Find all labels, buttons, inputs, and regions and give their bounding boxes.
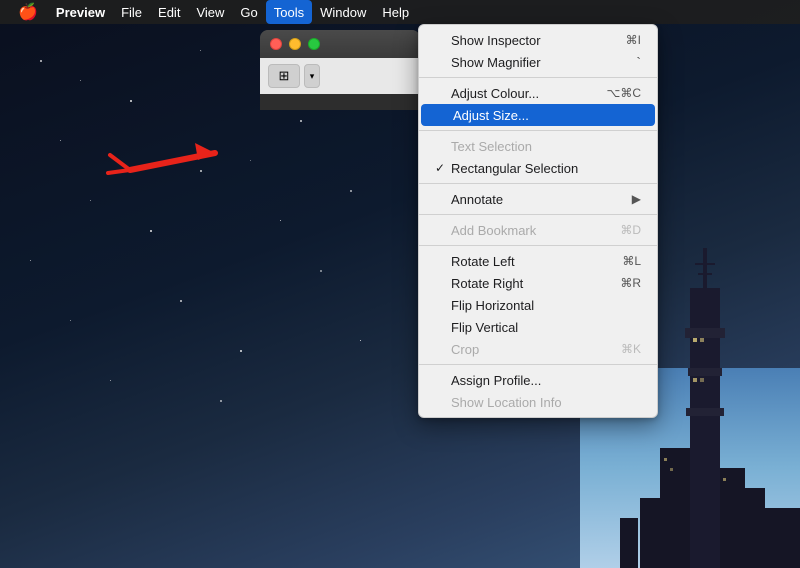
- crop-label-group: Crop: [435, 342, 479, 357]
- adjust-size-item[interactable]: Adjust Size...: [421, 104, 655, 126]
- rectangular-selection-item[interactable]: ✓ Rectangular Selection: [419, 157, 657, 179]
- show-location-info-label-group: Show Location Info: [435, 395, 562, 410]
- flip-horizontal-label: Flip Horizontal: [451, 298, 534, 313]
- separator-2: [419, 130, 657, 131]
- file-menu[interactable]: File: [113, 0, 150, 24]
- rectangular-selection-label-group: ✓ Rectangular Selection: [435, 161, 578, 176]
- show-inspector-label: Show Inspector: [451, 33, 541, 48]
- tools-menu[interactable]: Tools: [266, 0, 312, 24]
- show-magnifier-label: Show Magnifier: [451, 55, 541, 70]
- adjust-size-label: Adjust Size...: [453, 108, 529, 123]
- rotate-right-shortcut: ⌘R: [620, 276, 641, 290]
- rotate-right-label-group: Rotate Right: [435, 276, 523, 291]
- add-bookmark-label: Add Bookmark: [451, 223, 536, 238]
- assign-profile-item[interactable]: Assign Profile...: [419, 369, 657, 391]
- flip-vertical-label-group: Flip Vertical: [435, 320, 518, 335]
- minimize-button[interactable]: [289, 38, 301, 50]
- menubar: 🍎 Preview File Edit View Go Tools Window…: [0, 0, 800, 24]
- maximize-button[interactable]: [308, 38, 320, 50]
- annotate-label-group: Annotate: [435, 192, 503, 207]
- sidebar-icon: ⊞: [279, 68, 290, 84]
- rectangular-selection-label: Rectangular Selection: [451, 161, 578, 176]
- toolbar: ⊞ ▾: [260, 58, 420, 94]
- show-location-info-label: Show Location Info: [451, 395, 562, 410]
- preview-menu[interactable]: Preview: [48, 0, 113, 24]
- sidebar-toggle[interactable]: ⊞: [268, 64, 300, 88]
- text-selection-label: Text Selection: [451, 139, 532, 154]
- view-menu[interactable]: View: [188, 0, 232, 24]
- text-selection-item: Text Selection: [419, 135, 657, 157]
- show-inspector-shortcut: ⌘I: [626, 33, 641, 47]
- separator-4: [419, 214, 657, 215]
- close-button[interactable]: [270, 38, 282, 50]
- adjust-colour-label: Adjust Colour...: [451, 86, 539, 101]
- annotate-label: Annotate: [451, 192, 503, 207]
- preview-window: ⊞ ▾: [260, 30, 420, 110]
- flip-vertical-item[interactable]: Flip Vertical: [419, 316, 657, 338]
- rotate-left-label-group: Rotate Left: [435, 254, 515, 269]
- annotate-submenu-arrow: ▶: [632, 192, 641, 206]
- chevron-down-icon: ▾: [310, 71, 315, 82]
- rotate-left-item[interactable]: Rotate Left ⌘L: [419, 250, 657, 272]
- crop-item: Crop ⌘K: [419, 338, 657, 360]
- crop-shortcut: ⌘K: [621, 342, 641, 356]
- crop-label: Crop: [451, 342, 479, 357]
- flip-vertical-label: Flip Vertical: [451, 320, 518, 335]
- show-magnifier-shortcut: `: [636, 54, 641, 70]
- rectangular-selection-check: ✓: [435, 161, 451, 175]
- show-magnifier-item[interactable]: Show Magnifier `: [419, 51, 657, 73]
- show-inspector-label-group: Show Inspector: [435, 33, 541, 48]
- show-location-info-item: Show Location Info: [419, 391, 657, 413]
- rotate-right-item[interactable]: Rotate Right ⌘R: [419, 272, 657, 294]
- separator-6: [419, 364, 657, 365]
- red-arrow: [100, 115, 300, 195]
- chevron-down[interactable]: ▾: [304, 64, 320, 88]
- show-magnifier-label-group: Show Magnifier: [435, 55, 541, 70]
- add-bookmark-shortcut: ⌘D: [620, 223, 641, 237]
- window-titlebar: [260, 30, 420, 58]
- adjust-colour-label-group: Adjust Colour...: [435, 86, 539, 101]
- window-menu[interactable]: Window: [312, 0, 374, 24]
- tools-dropdown-menu: Show Inspector ⌘I Show Magnifier ` Adjus…: [418, 24, 658, 418]
- rotate-left-label: Rotate Left: [451, 254, 515, 269]
- adjust-size-label-group: Adjust Size...: [437, 108, 529, 123]
- help-menu[interactable]: Help: [374, 0, 417, 24]
- annotate-item[interactable]: Annotate ▶: [419, 188, 657, 210]
- add-bookmark-label-group: Add Bookmark: [435, 223, 536, 238]
- add-bookmark-item: Add Bookmark ⌘D: [419, 219, 657, 241]
- show-inspector-item[interactable]: Show Inspector ⌘I: [419, 29, 657, 51]
- go-menu[interactable]: Go: [232, 0, 265, 24]
- flip-horizontal-label-group: Flip Horizontal: [435, 298, 534, 313]
- edit-menu[interactable]: Edit: [150, 0, 188, 24]
- adjust-colour-shortcut: ⌥⌘C: [607, 86, 642, 100]
- separator-1: [419, 77, 657, 78]
- flip-horizontal-item[interactable]: Flip Horizontal: [419, 294, 657, 316]
- apple-menu[interactable]: 🍎: [8, 0, 48, 24]
- text-selection-label-group: Text Selection: [435, 139, 532, 154]
- rotate-right-label: Rotate Right: [451, 276, 523, 291]
- assign-profile-label-group: Assign Profile...: [435, 373, 541, 388]
- assign-profile-label: Assign Profile...: [451, 373, 541, 388]
- adjust-colour-item[interactable]: Adjust Colour... ⌥⌘C: [419, 82, 657, 104]
- separator-5: [419, 245, 657, 246]
- rotate-left-shortcut: ⌘L: [622, 254, 641, 268]
- separator-3: [419, 183, 657, 184]
